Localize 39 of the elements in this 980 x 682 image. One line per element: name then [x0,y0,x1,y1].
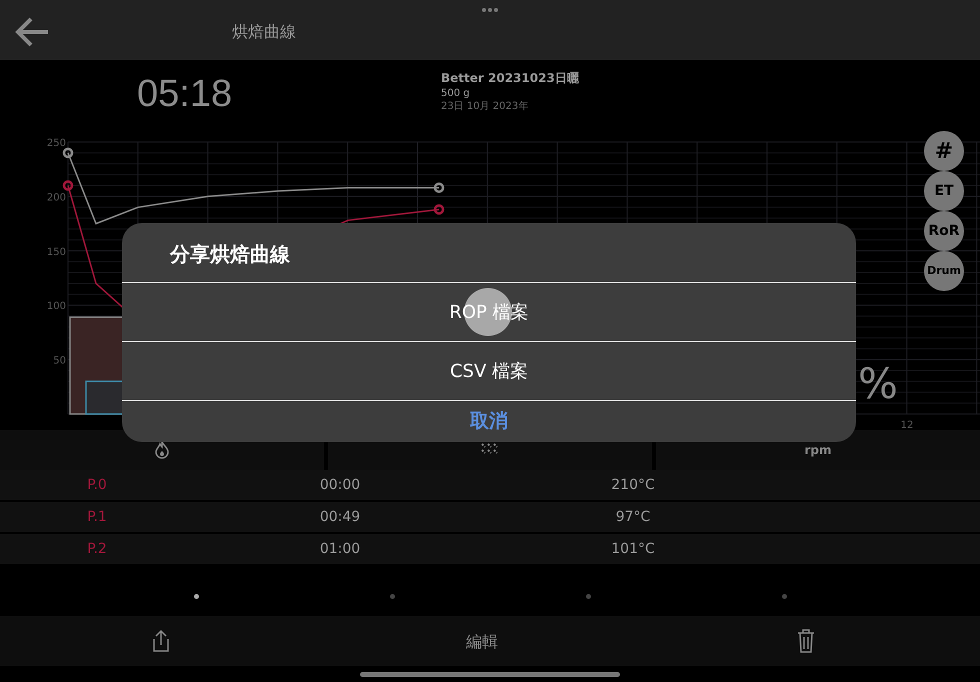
share-icon[interactable] [151,629,171,653]
more-icon[interactable] [482,8,498,12]
point-time: 00:00 [320,476,360,492]
point-label: P.2 [87,540,107,556]
point-label: P.0 [87,476,107,492]
trash-icon[interactable] [797,629,815,653]
back-arrow-icon[interactable] [14,16,50,48]
point-time: 01:00 [320,540,360,556]
flame-icon[interactable] [155,441,169,459]
screen-title: 烘焙曲線 [232,21,296,43]
axis-tick-label: 100 [46,301,66,312]
percent-readout: % [858,360,898,408]
chart-toggle-button[interactable]: RoR [924,211,964,251]
point-temperature: 210°C [611,476,655,492]
axis-tick-label: 200 [46,192,66,204]
share-option-button[interactable]: CSV 檔案 [122,342,856,401]
axis-tick-label: 250 [46,138,66,149]
point-time: 00:49 [320,508,360,524]
edit-button[interactable]: 編輯 [458,628,506,656]
drum-speed-unit[interactable]: rpm [804,441,832,459]
point-temperature: 97°C [616,508,650,524]
dialog-title: 分享烘焙曲線 [122,223,856,283]
page-indicator-dot[interactable] [194,594,199,598]
page-indicator-dot[interactable] [390,594,395,598]
page-indicator-dot[interactable] [586,594,591,598]
point-temperature: 101°C [611,540,655,556]
batch-weight: 500 g [441,87,471,100]
page-indicator-dot[interactable] [782,594,787,598]
axis-tick-label: 12 [900,420,914,430]
point-label: P.1 [87,508,107,524]
chart-toggle-button[interactable]: Drum [924,251,964,291]
axis-tick-label: 50 [53,356,66,367]
axis-tick-label: 150 [46,246,66,258]
chart-toggle-button[interactable]: ET [924,171,964,211]
cancel-button[interactable]: 取消 [122,401,856,441]
chart-toggle-button[interactable]: # [924,131,964,171]
roast-name: Better 20231023日曬 [441,70,579,87]
elapsed-time: 05:18 [137,72,232,117]
roast-date: 23日 10月 2023年 [441,100,530,113]
